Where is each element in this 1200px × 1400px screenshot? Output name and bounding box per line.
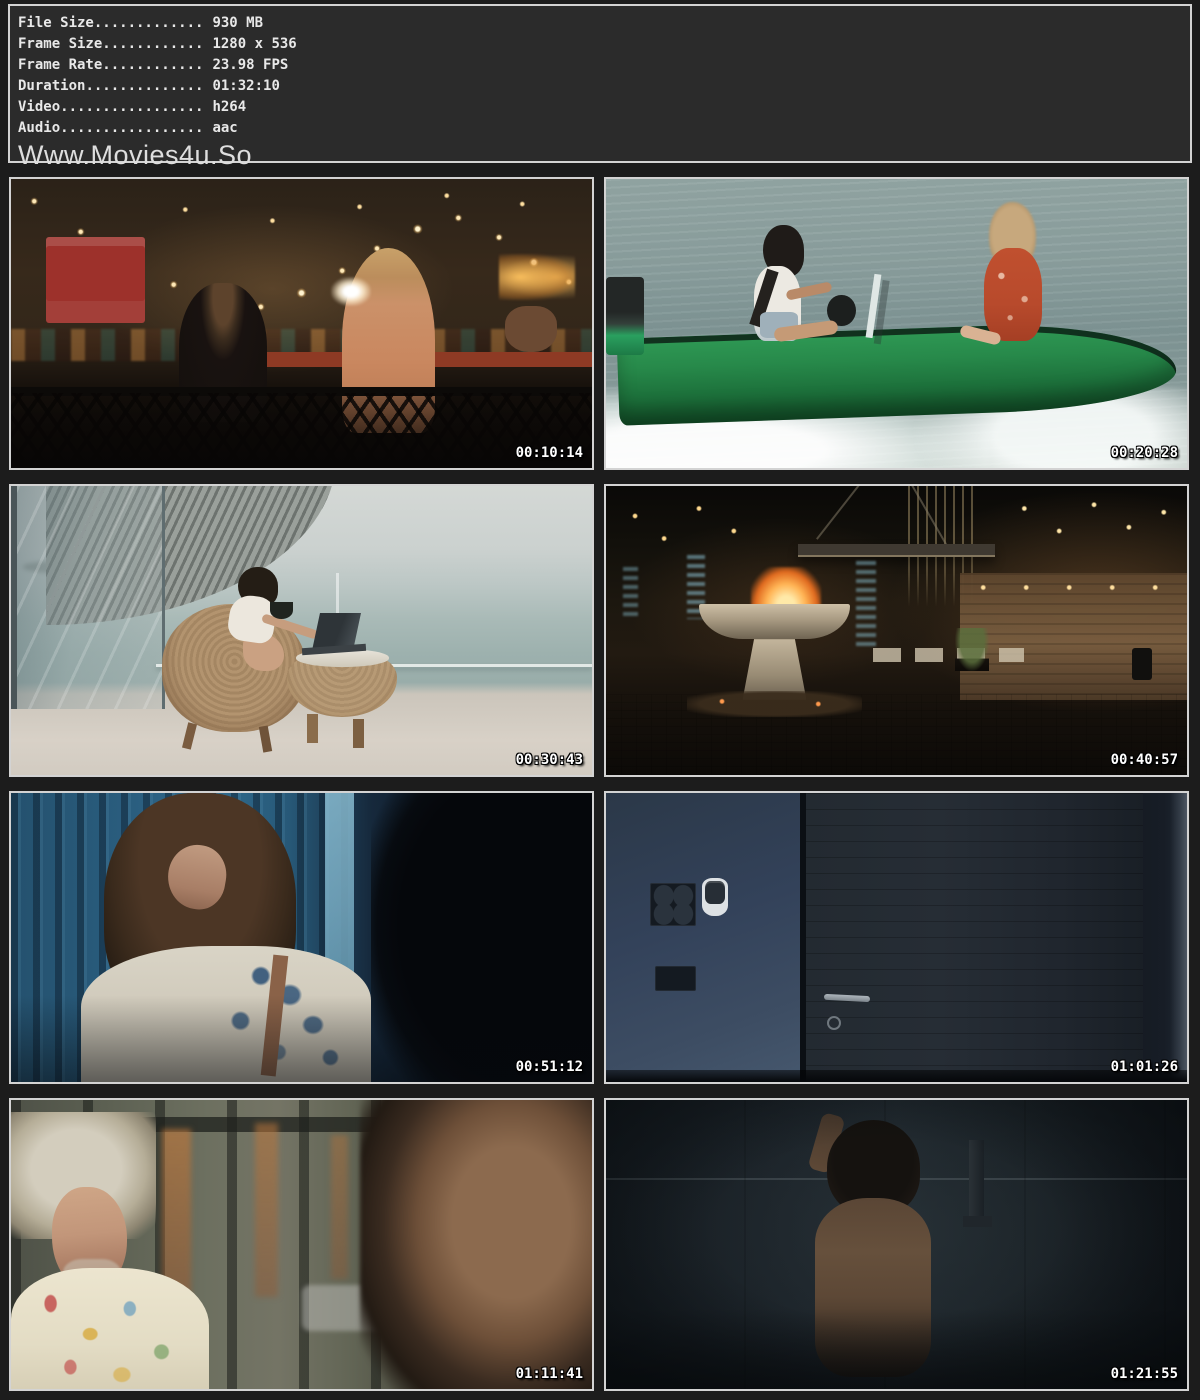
timestamp-overlay: 00:30:43	[516, 752, 583, 768]
passenger-dress-art	[984, 248, 1042, 340]
door-lock-art	[827, 1016, 841, 1030]
pergola-art	[798, 544, 996, 558]
info-label: Frame Size	[18, 36, 102, 52]
media-info-panel: File Size.............930 MB Frame Size.…	[8, 4, 1192, 163]
handbag-art	[505, 306, 557, 352]
info-label: Audio	[18, 120, 60, 136]
info-label: File Size	[18, 15, 94, 31]
chair-leg-art	[259, 725, 273, 752]
timestamp-overlay: 00:10:14	[516, 445, 583, 461]
chair-leg-art	[182, 722, 197, 749]
keypad-face-art	[705, 881, 724, 904]
info-dots: ..............	[85, 78, 203, 94]
orange-frame-art	[331, 1135, 348, 1280]
blue-glint-art	[856, 561, 876, 648]
timestamp-overlay: 01:01:26	[1111, 1059, 1178, 1075]
thumbnail-courtyard-fire: 00:40:57	[604, 484, 1189, 777]
blue-glint-art	[623, 567, 638, 619]
switch-panel-art	[650, 883, 696, 926]
info-line-audio: Audio.................aac	[18, 118, 1190, 139]
info-line-duration: Duration..............01:32:10	[18, 76, 1190, 97]
scene-blue-room-woman	[11, 793, 592, 1082]
timestamp-overlay: 00:51:12	[516, 1059, 583, 1075]
timestamp-overlay: 00:40:57	[1111, 752, 1178, 768]
timestamp-overlay: 01:21:55	[1111, 1366, 1178, 1382]
red-banner-art	[46, 237, 145, 324]
scene-two-men	[11, 1100, 592, 1389]
phone-flash-art	[331, 277, 372, 306]
young-man-head-art	[360, 1098, 594, 1391]
windshield-art	[866, 274, 882, 338]
info-value: 930 MB	[203, 15, 263, 31]
info-line-video: Video.................h264	[18, 97, 1190, 118]
benches-art	[873, 648, 1024, 662]
thumbnail-dark-door: 01:01:26	[604, 791, 1189, 1084]
shrub-ring-art	[687, 691, 861, 717]
table-leg-art	[307, 714, 317, 743]
stone-fire-bowl-art	[699, 604, 850, 639]
info-value: aac	[203, 120, 237, 136]
orange-frame-art	[255, 1123, 278, 1296]
curtain-edge-art	[1170, 793, 1187, 1082]
timestamp-overlay: 01:11:41	[516, 1366, 583, 1382]
thumbnail-balcony: 00:30:43	[9, 484, 594, 777]
info-dots: .................	[60, 99, 203, 115]
info-dots: ............	[102, 36, 203, 52]
vignette-art	[606, 1100, 1187, 1389]
site-watermark: Www.Movies4u.So	[18, 140, 1190, 170]
info-value: h264	[203, 99, 246, 115]
thumbnail-night-market: 00:10:14	[9, 177, 594, 470]
glass-wall-art	[11, 486, 165, 709]
info-label: Video	[18, 99, 60, 115]
thumbnail-motorboat: 00:20:28	[604, 177, 1189, 470]
info-label: Frame Rate	[18, 57, 102, 73]
info-line-frame-rate: Frame Rate............23.98 FPS	[18, 55, 1190, 76]
info-value: 1280 x 536	[203, 36, 296, 52]
trash-bin-art	[1132, 648, 1152, 680]
info-line-frame-size: Frame Size............1280 x 536	[18, 34, 1190, 55]
info-line-file-size: File Size.............930 MB	[18, 13, 1190, 34]
info-dots: ............	[102, 57, 203, 73]
outboard-motor-art	[606, 277, 644, 355]
wall-downlights-art	[966, 576, 1181, 599]
scene-dark-door	[606, 793, 1187, 1082]
railing-lattice-art	[11, 393, 592, 468]
info-value: 01:32:10	[203, 78, 279, 94]
floor-shadow-art	[606, 1070, 1187, 1082]
scene-balcony	[11, 486, 592, 775]
scene-night-market	[11, 179, 592, 468]
info-dots: .................	[60, 120, 203, 136]
scene-courtyard-fire	[606, 486, 1187, 775]
screenshot-grid: 00:10:14 00:20:28	[9, 177, 1191, 1391]
thumbnail-blue-room-woman: 00:51:12	[9, 791, 594, 1084]
scene-shower	[606, 1100, 1187, 1389]
thumbnail-two-men: 01:11:41	[9, 1098, 594, 1391]
potted-plant-art	[955, 628, 990, 671]
thumbnail-shower: 01:21:55	[604, 1098, 1189, 1391]
vignette-art	[11, 793, 592, 1082]
blue-wall-art	[606, 793, 804, 1082]
timestamp-overlay: 00:20:28	[1111, 445, 1178, 461]
marquee-letters-art	[499, 254, 575, 300]
info-dots: .............	[94, 15, 204, 31]
info-label: Duration	[18, 78, 85, 94]
door-art	[806, 793, 1143, 1082]
bowl-art	[270, 602, 293, 619]
floral-shirt-art	[11, 1268, 209, 1391]
info-value: 23.98 FPS	[203, 57, 288, 73]
switch-panel-art	[655, 966, 696, 991]
scene-motorboat	[606, 179, 1187, 468]
